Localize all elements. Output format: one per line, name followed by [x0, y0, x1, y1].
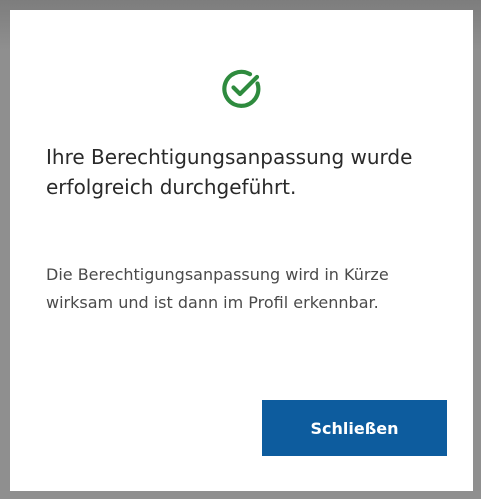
dialog-message: Die Berechtigungsanpassung wird in Kürze…	[46, 265, 389, 312]
dialog-title: Ihre Berechtigungsanpassung wurde erfolg…	[46, 145, 413, 199]
success-dialog: Ihre Berechtigungsanpassung wurde erfolg…	[10, 10, 473, 491]
check-circle-icon	[221, 69, 260, 108]
close-button[interactable]: Schließen	[262, 400, 447, 456]
success-icon-container	[10, 66, 473, 112]
